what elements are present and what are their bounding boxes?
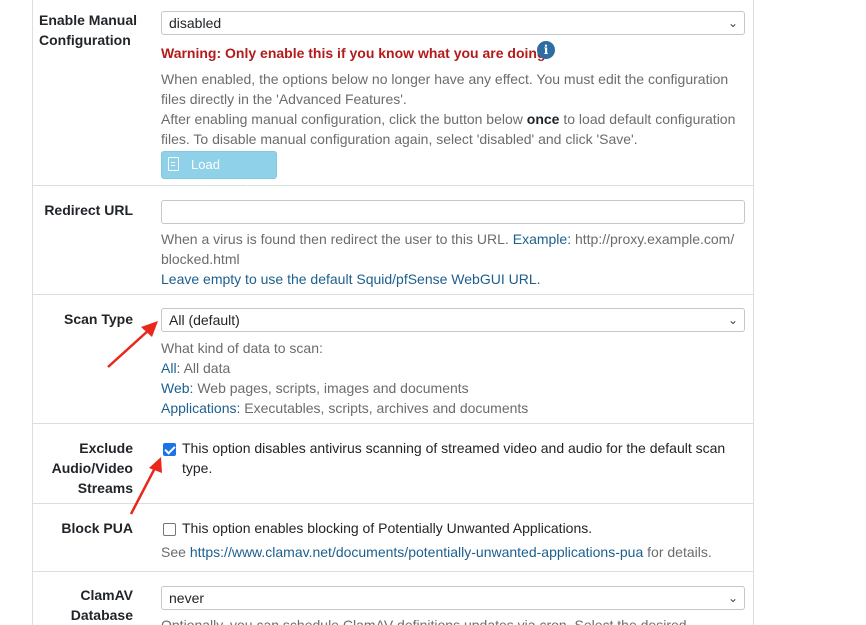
scan-type-option-applications: Applications: Executables, scripts, arch… [161,400,529,416]
field-label-clamav-database: ClamAV Database [70,587,133,623]
row-block-pua: Block PUA This option enables blocking o… [33,503,753,572]
info-circle-icon[interactable]: i [537,41,555,59]
file-icon [168,157,179,171]
clamav-database-help: Optionally, you can schedule ClamAV defi… [161,617,687,625]
field-label-redirect-url: Redirect URL [44,202,133,218]
scan-type-help-intro: What kind of data to scan: [161,340,323,356]
clamav-database-update-select[interactable]: never ⌄ [161,586,745,610]
field-label-block-pua: Block PUA [61,520,133,536]
chevron-down-icon: ⌄ [727,591,738,605]
warning-text: Warning: Only enable this if you know wh… [161,45,550,61]
row-exclude-audio-video: Exclude Audio/Video Streams This option … [33,423,753,504]
manual-configuration-select[interactable]: disabled ⌄ [161,11,745,35]
manual-config-help-1: When enabled, the options below no longe… [161,71,729,107]
scan-type-option-web: Web: Web pages, scripts, images and docu… [161,380,469,396]
chevron-down-icon: ⌄ [727,313,738,327]
pua-documentation-link[interactable]: https://www.clamav.net/documents/potenti… [190,544,643,560]
exclude-audio-video-text: This option disables antivirus scanning … [182,440,726,476]
row-clamav-database: ClamAV Database never ⌄ Optionally, you … [33,571,753,625]
row-redirect-url: Redirect URL When a virus is found then … [33,185,753,295]
row-scan-type: Scan Type All (default) ⌄ What kind of d… [33,294,753,424]
field-label-manual-configuration: Enable Manual Configuration [39,12,138,48]
select-value: disabled [169,15,222,31]
row-enable-manual-configuration: Enable Manual Configuration disabled ⌄ W… [33,0,753,198]
chevron-down-icon: ⌄ [727,16,738,30]
exclude-audio-video-checkbox[interactable] [163,443,176,456]
select-value: All (default) [169,312,240,328]
block-pua-text: This option enables blocking of Potentia… [182,520,593,536]
load-advanced-button[interactable]: Load Advanced [161,151,277,198]
redirect-url-help: When a virus is found then redirect the … [161,231,735,267]
redirect-url-input[interactable] [161,200,745,224]
select-value: never [169,590,205,606]
manual-config-help-2: After enabling manual configuration, cli… [161,111,736,147]
block-pua-checkbox[interactable] [163,523,176,536]
block-pua-help: See https://www.clamav.net/documents/pot… [161,544,712,560]
scan-type-option-all: All: All data [161,360,231,376]
settings-panel: Enable Manual Configuration disabled ⌄ W… [32,0,754,625]
scan-type-select[interactable]: All (default) ⌄ [161,308,745,332]
field-label-scan-type: Scan Type [64,311,133,327]
field-label-exclude-audio-video: Exclude Audio/Video Streams [51,440,133,496]
redirect-url-default-hint: Leave empty to use the default Squid/pfS… [161,271,541,287]
